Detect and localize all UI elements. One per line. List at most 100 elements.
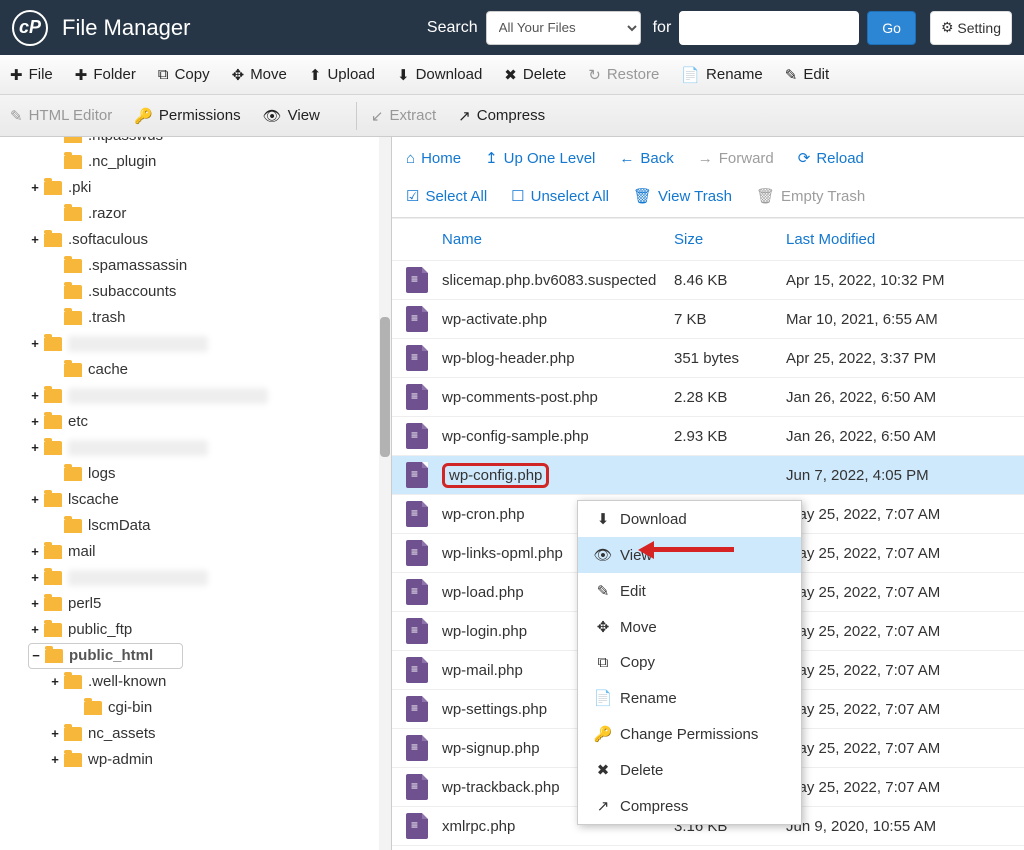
unselect-all-button[interactable]: ☐Unselect All (511, 187, 609, 205)
tree-item[interactable]: + (28, 383, 391, 409)
scrollbar-track[interactable] (379, 137, 391, 850)
scrollbar-thumb[interactable] (380, 317, 390, 457)
edit-button[interactable]: ✎Edit (785, 66, 829, 84)
tree-item[interactable]: +public_ftp (28, 617, 391, 643)
forward-button[interactable]: →Forward (698, 149, 774, 167)
file-row[interactable]: wp-comments-post.php2.28 KBJan 26, 2022,… (392, 378, 1024, 417)
tree-item[interactable]: cgi-bin (28, 695, 391, 721)
col-modified[interactable]: Last Modified (786, 231, 1010, 248)
move-button[interactable]: ✥Move (232, 66, 287, 84)
permissions-button[interactable]: 🔑Permissions (134, 107, 240, 125)
file-row[interactable]: wp-activate.php7 KBMar 10, 2021, 6:55 AM (392, 300, 1024, 339)
restore-icon: ↻ (588, 66, 601, 84)
tree-item[interactable]: cache (28, 357, 391, 383)
context-menu-item[interactable]: ⧉Copy (578, 645, 801, 680)
tree-item[interactable]: .htpasswds (28, 137, 391, 149)
tree-item[interactable]: +etc (28, 409, 391, 435)
tree-item[interactable]: +.well-known (28, 669, 391, 695)
tree-item[interactable]: +.softaculous (28, 227, 391, 253)
context-menu-item[interactable]: ✎Edit (578, 573, 801, 609)
view-trash-button[interactable]: 🗑View Trash (633, 187, 732, 205)
tree-item[interactable]: logs (28, 461, 391, 487)
search-scope-select[interactable]: All Your Files (486, 11, 641, 45)
tree-item[interactable]: + (28, 331, 391, 357)
tree-item[interactable]: lscmData (28, 513, 391, 539)
copy-button[interactable]: ⧉Copy (158, 66, 210, 83)
tree-item-label: .trash (88, 305, 126, 331)
select-all-button[interactable]: ☑Select All (406, 187, 487, 205)
tree-item[interactable]: + (28, 565, 391, 591)
tree-item[interactable]: .razor (28, 201, 391, 227)
col-size[interactable]: Size (674, 231, 786, 248)
expand-icon[interactable]: + (28, 591, 42, 617)
file-button[interactable]: ✚File (10, 66, 53, 84)
menu-item-label: Edit (620, 583, 646, 600)
expand-icon[interactable]: + (28, 539, 42, 565)
back-button[interactable]: ←Back (619, 149, 673, 167)
folder-button[interactable]: ✚Folder (75, 66, 136, 84)
tree-item[interactable]: .trash (28, 305, 391, 331)
expand-icon[interactable]: + (28, 175, 42, 201)
expand-icon[interactable]: + (28, 331, 42, 357)
delete-button[interactable]: ✖Delete (504, 66, 566, 84)
compress-button[interactable]: ↗Compress (458, 107, 545, 125)
file-row[interactable]: slicemap.php.bv6083.suspected8.46 KBApr … (392, 261, 1024, 300)
view-button[interactable]: 👁View (263, 107, 320, 125)
menu-item-label: Download (620, 511, 687, 528)
tree-item[interactable]: +nc_assets (28, 721, 391, 747)
html-editor-button[interactable]: ✎HTML Editor (10, 107, 112, 125)
expand-icon[interactable]: + (28, 383, 42, 409)
home-button[interactable]: ⌂Home (406, 149, 461, 167)
col-name[interactable]: Name (442, 231, 674, 248)
expand-icon[interactable]: + (48, 747, 62, 773)
tree-item[interactable]: .nc_plugin (28, 149, 391, 175)
file-row[interactable]: wp-blog-header.php351 bytesApr 25, 2022,… (392, 339, 1024, 378)
tree-item-label: .razor (88, 201, 126, 227)
file-icon (406, 267, 428, 293)
rename-button[interactable]: 📄Rename (681, 66, 762, 84)
search-input[interactable] (679, 11, 859, 45)
context-menu-item[interactable]: 📄Rename (578, 680, 801, 716)
expand-icon[interactable]: + (28, 409, 42, 435)
tree-item[interactable]: +wp-admin (28, 747, 391, 773)
folder-icon (44, 545, 62, 559)
file-row[interactable]: wp-config-sample.php2.93 KBJan 26, 2022,… (392, 417, 1024, 456)
tree-item[interactable]: +.pki (28, 175, 391, 201)
extract-button[interactable]: ↙Extract (371, 107, 436, 125)
tree-item-label: .subaccounts (88, 279, 176, 305)
up-level-button[interactable]: ↥Up One Level (485, 149, 595, 167)
context-menu-item[interactable]: 👁View (578, 537, 801, 573)
expand-icon[interactable]: + (28, 227, 42, 253)
file-icon (406, 540, 428, 566)
expand-icon[interactable]: + (48, 669, 62, 695)
expand-icon[interactable]: − (29, 643, 43, 669)
empty-trash-button[interactable]: 🗑Empty Trash (756, 187, 865, 205)
context-menu-item[interactable]: ↗Compress (578, 788, 801, 824)
tree-item[interactable]: .subaccounts (28, 279, 391, 305)
context-menu-item[interactable]: ✖Delete (578, 752, 801, 788)
expand-icon[interactable]: + (48, 721, 62, 747)
expand-icon[interactable]: + (28, 435, 42, 461)
tree-item[interactable]: .spamassassin (28, 253, 391, 279)
expand-icon[interactable]: + (28, 617, 42, 643)
tree-item[interactable]: +perl5 (28, 591, 391, 617)
download-button[interactable]: ⬇Download (397, 66, 482, 84)
tree-item[interactable]: + (28, 435, 391, 461)
settings-button[interactable]: ⚙ Setting (930, 11, 1012, 45)
expand-icon[interactable]: + (28, 565, 42, 591)
context-menu-item[interactable]: 🔑Change Permissions (578, 716, 801, 752)
restore-button[interactable]: ↻Restore (588, 66, 659, 84)
menu-item-label: Delete (620, 762, 663, 779)
compress-icon: ↗ (458, 107, 471, 125)
reload-button[interactable]: ⟳Reload (798, 149, 864, 167)
expand-icon[interactable]: + (28, 487, 42, 513)
tree-item[interactable]: −public_html (28, 643, 183, 669)
tree-item[interactable]: +lscache (28, 487, 391, 513)
file-modified: May 25, 2022, 7:07 AM (786, 584, 1010, 601)
context-menu-item[interactable]: ✥Move (578, 609, 801, 645)
go-button[interactable]: Go (867, 11, 916, 45)
file-row[interactable]: wp-config.phpJun 7, 2022, 4:05 PM (392, 456, 1024, 495)
tree-item[interactable]: +mail (28, 539, 391, 565)
upload-button[interactable]: ⬆Upload (309, 66, 375, 84)
context-menu-item[interactable]: ⬇Download (578, 501, 801, 537)
